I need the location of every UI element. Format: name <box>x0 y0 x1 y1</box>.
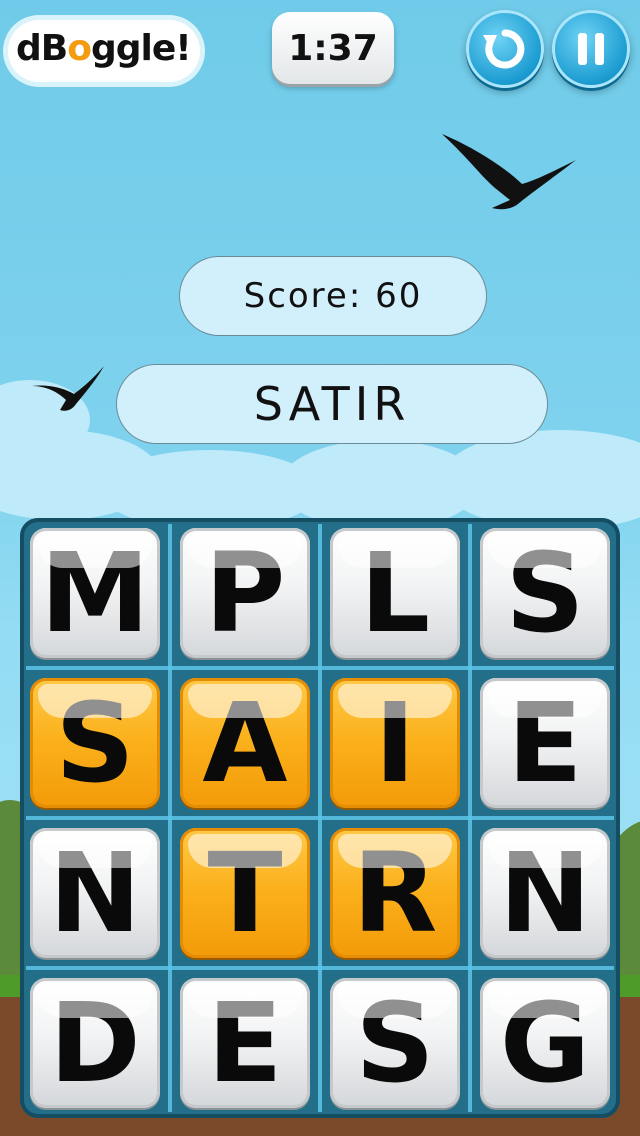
letter-tile-r2c2[interactable]: A <box>180 678 310 808</box>
letter-tile-r2c3[interactable]: I <box>330 678 460 808</box>
current-word-display: SATIR <box>116 364 548 444</box>
letter-tile-r3c2[interactable]: T <box>180 828 310 958</box>
letter-tile-r4c3[interactable]: S <box>330 978 460 1108</box>
letter-tile-r2c1[interactable]: S <box>30 678 160 808</box>
letter-tile-r1c2[interactable]: P <box>180 528 310 658</box>
bird-silhouette <box>32 366 104 411</box>
grid-line <box>26 816 614 820</box>
pause-icon <box>578 33 604 65</box>
letter-tile-r3c4[interactable]: N <box>480 828 610 958</box>
game-timer: 1:37 <box>272 12 394 84</box>
letter-tile-r3c1[interactable]: N <box>30 828 160 958</box>
restart-icon <box>483 29 525 69</box>
logo-accent-letter: o <box>67 28 92 69</box>
letter-tile-r1c4[interactable]: S <box>480 528 610 658</box>
letter-tile-r1c1[interactable]: M <box>30 528 160 658</box>
logo-text: dBoggle! <box>16 28 192 69</box>
letter-tile-r4c4[interactable]: G <box>480 978 610 1108</box>
grid-line <box>468 524 472 1112</box>
app-logo: dBoggle! <box>8 14 204 94</box>
bird-silhouette <box>442 134 576 210</box>
cloud <box>440 430 640 530</box>
letter-board: MPLSSAIENTRNDESG <box>20 518 620 1118</box>
restart-button[interactable] <box>466 10 544 88</box>
pause-button[interactable] <box>552 10 630 88</box>
letter-tile-r3c3[interactable]: R <box>330 828 460 958</box>
letter-tile-r4c1[interactable]: D <box>30 978 160 1108</box>
grid-line <box>26 966 614 970</box>
letter-tile-r1c3[interactable]: L <box>330 528 460 658</box>
letter-tile-r2c4[interactable]: E <box>480 678 610 808</box>
letter-tile-r4c2[interactable]: E <box>180 978 310 1108</box>
score-display: Score: 60 <box>179 256 487 336</box>
